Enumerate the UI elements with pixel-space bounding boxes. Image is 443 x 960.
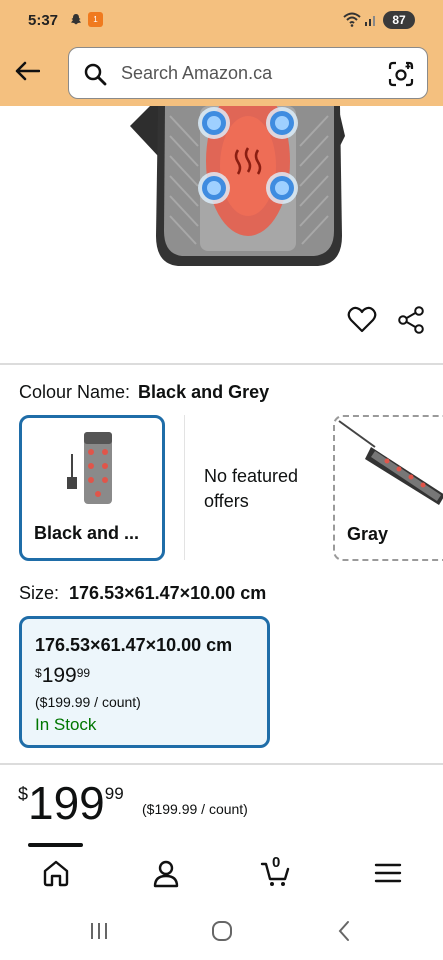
home-icon[interactable] — [40, 857, 72, 889]
size-option-selected[interactable]: 176.53×61.47×10.00 cm $19999 ($199.99 / … — [19, 616, 270, 748]
notification-icon: 1 — [88, 12, 103, 27]
nav-active-indicator — [28, 843, 83, 847]
price-fraction: 99 — [104, 784, 124, 803]
search-input[interactable]: Search Amazon.ca — [68, 47, 428, 99]
colour-option-label: Gray — [347, 524, 389, 544]
recent-apps-icon[interactable] — [86, 918, 112, 944]
section-divider — [0, 363, 443, 365]
colour-name-value: Black and Grey — [138, 382, 270, 402]
snapchat-icon — [71, 14, 81, 25]
search-header: Search Amazon.ca — [0, 42, 443, 106]
price-currency: $ — [35, 666, 42, 680]
bottom-nav: 0 — [0, 843, 443, 903]
colour-option-black-grey[interactable]: Black and ... — [19, 415, 165, 561]
unit-price: ($199.99 / count) — [142, 801, 248, 817]
size-option-price: $19999 — [35, 664, 90, 688]
search-icon — [84, 63, 107, 86]
account-icon[interactable] — [150, 857, 182, 889]
battery-indicator: 87 — [383, 11, 415, 29]
product-price: $19999 — [18, 780, 124, 826]
swatch-thumbnail — [338, 420, 443, 505]
no-featured-offers-text: No featured offers — [204, 466, 299, 511]
price-whole: 199 — [41, 664, 77, 687]
section-divider — [0, 763, 443, 765]
price-fraction: 99 — [76, 666, 91, 680]
back-button[interactable] — [10, 54, 44, 88]
colour-name-label: Colour Name: — [19, 382, 131, 402]
product-image[interactable] — [0, 106, 443, 296]
price-currency: $ — [18, 784, 29, 804]
colour-name-row: Colour Name: Black and Grey — [19, 382, 269, 403]
swatch-divider — [184, 415, 185, 560]
camera-icon[interactable] — [387, 60, 415, 88]
share-icon[interactable] — [396, 305, 426, 335]
back-arrow-icon — [15, 61, 40, 81]
back-chevron-icon[interactable] — [332, 918, 358, 944]
system-nav-bar — [0, 903, 443, 960]
home-circle-icon[interactable] — [209, 918, 235, 944]
size-label: Size: — [19, 583, 60, 603]
signal-icon — [365, 16, 375, 26]
cart-button[interactable]: 0 — [260, 854, 292, 889]
size-option-title: 176.53×61.47×10.00 cm — [35, 635, 233, 655]
cart-count: 0 — [272, 854, 281, 871]
menu-icon[interactable] — [372, 857, 404, 889]
stock-status: In Stock — [35, 715, 97, 734]
colour-option-gray[interactable]: Gray — [333, 415, 443, 561]
wifi-icon — [343, 12, 361, 27]
size-option-unit-price: ($199.99 / count) — [35, 694, 141, 710]
price-whole: 199 — [28, 777, 105, 829]
status-bar: 5:37 1 87 — [0, 0, 443, 42]
search-placeholder: Search Amazon.ca — [121, 63, 273, 83]
massage-cushion-image — [130, 106, 345, 266]
heart-icon[interactable] — [347, 305, 377, 335]
size-value: 176.53×61.47×10.00 cm — [69, 583, 267, 603]
size-row: Size: 176.53×61.47×10.00 cm — [19, 583, 266, 604]
swatch-thumbnail — [67, 432, 112, 504]
colour-option-label: Black and ... — [34, 523, 140, 543]
clock: 5:37 — [28, 12, 59, 29]
